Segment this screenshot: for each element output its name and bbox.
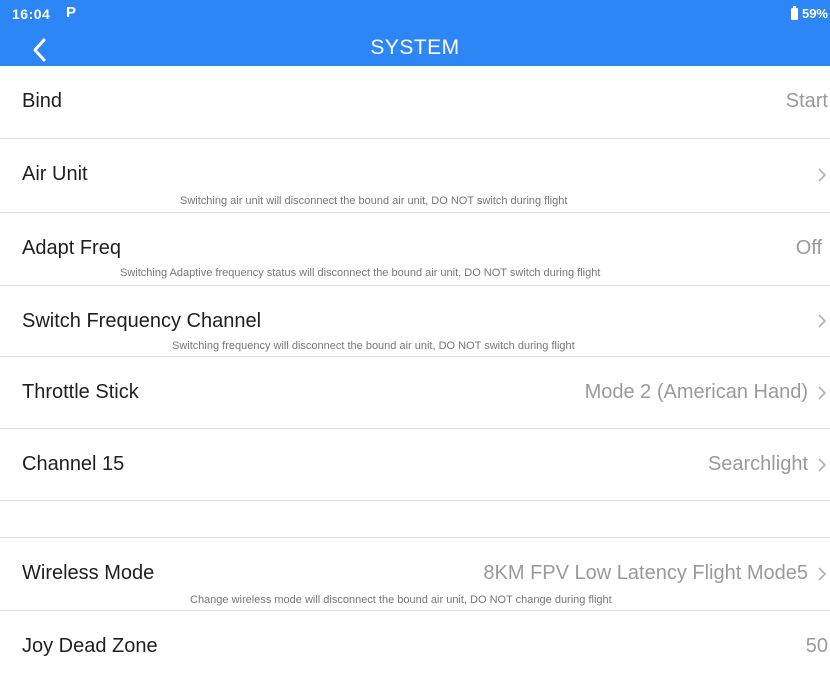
channel-15-row[interactable]: Channel 15 Searchlight [0,429,830,501]
parking-notification-icon: P [66,4,77,21]
channel-15-label: Channel 15 [22,453,125,475]
chevron-right-icon [818,567,827,581]
air-unit-row[interactable]: Air Unit Switching air unit will disconn… [0,139,830,211]
joy-dead-zone-row[interactable]: Joy Dead Zone 50 [0,611,830,680]
switch-frequency-channel-row[interactable]: Switch Frequency Channel Switching frequ… [0,286,830,356]
bind-row[interactable]: Bind Start [0,66,830,138]
adapt-freq-hint: Switching Adaptive frequency status will… [120,267,601,279]
wireless-mode-row[interactable]: Wireless Mode 8KM FPV Low Latency Flight… [0,538,830,610]
joy-dead-zone-label: Joy Dead Zone [22,635,158,657]
bind-start-button[interactable]: Start [786,90,828,113]
chevron-right-icon [818,168,827,182]
battery-percent: 59% [801,6,828,21]
throttle-stick-label: Throttle Stick [22,381,139,403]
bind-label: Bind [22,90,63,112]
switch-frequency-channel-label: Switch Frequency Channel [22,310,262,332]
divider [0,500,830,501]
battery-status: 59% [790,5,828,21]
adapt-freq-row[interactable]: Adapt Freq Off Switching Adaptive freque… [0,213,830,285]
app-header: 16:04 P 59% SYSTEM [0,0,830,66]
wireless-mode-hint: Change wireless mode will disconnect the… [190,594,612,606]
status-time: 16:04 [12,6,51,22]
channel-15-value: Searchlight [707,453,808,475]
chevron-right-icon [818,458,827,472]
chevron-right-icon [818,314,827,328]
joy-dead-zone-value[interactable]: 50 [806,635,828,658]
wireless-mode-value: 8KM FPV Low Latency Flight Mode5 [483,562,808,584]
adapt-freq-label: Adapt Freq [22,237,121,259]
switch-frequency-channel-hint: Switching frequency will disconnect the … [172,340,575,352]
throttle-stick-row[interactable]: Throttle Stick Mode 2 (American Hand) [0,357,830,427]
air-unit-hint: Switching air unit will disconnect the b… [180,195,568,207]
adapt-freq-value[interactable]: Off [796,237,822,260]
wireless-mode-label: Wireless Mode [22,562,155,584]
battery-icon [790,5,798,20]
air-unit-label: Air Unit [22,163,88,185]
throttle-stick-value: Mode 2 (American Hand) [584,381,808,403]
chevron-right-icon [818,386,827,400]
page-title: SYSTEM [370,36,460,59]
